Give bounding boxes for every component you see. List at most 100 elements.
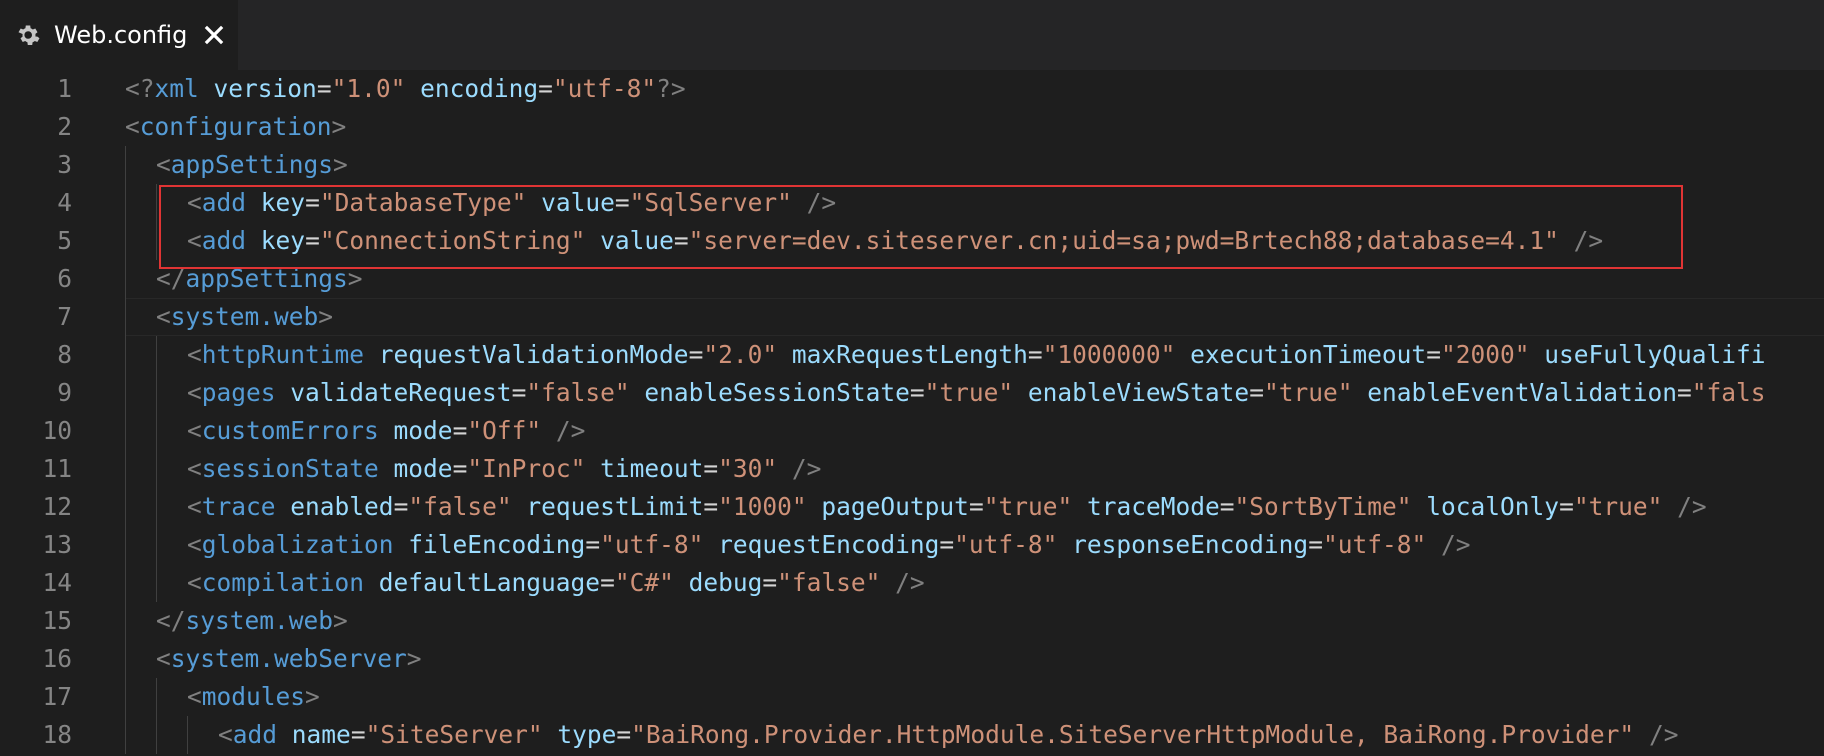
code-text: <sessionState mode="InProc" timeout="30"…: [187, 450, 821, 488]
code-token-punct: <: [156, 644, 171, 673]
code-token-str: "SiteServer": [365, 720, 543, 749]
gear-icon: [18, 25, 40, 45]
code-token-str: "30": [718, 454, 778, 483]
code-token-punct: />: [555, 416, 586, 445]
code-token-punct: >: [333, 150, 348, 179]
code-line[interactable]: 13 <globalization fileEncoding="utf-8" re…: [0, 526, 1824, 564]
line-number: 17: [42, 682, 72, 711]
code-line[interactable]: 7 <system.web>: [0, 298, 1824, 336]
code-token-str: "true": [1263, 378, 1353, 407]
code-line[interactable]: 18 <add name="SiteServer" type="BaiRong.P…: [0, 716, 1824, 754]
code-token-eq: =: [1219, 492, 1235, 521]
code-token-str: "1000000": [1042, 340, 1176, 369]
code-token-str: "true": [924, 378, 1014, 407]
code-text: <configuration>: [125, 108, 346, 146]
line-number: 12: [42, 492, 72, 521]
code-token-tag: xml: [154, 74, 199, 103]
code-line[interactable]: 15 </system.web>: [0, 602, 1824, 640]
line-number: 14: [42, 568, 72, 597]
code-line[interactable]: 12 <trace enabled="false" requestLimit="1…: [0, 488, 1824, 526]
code-token-eq: =: [1027, 340, 1043, 369]
code-token-str: "utf-8": [1322, 530, 1427, 559]
code-token-punct: <?: [125, 74, 155, 103]
code-token-eq: =: [939, 530, 955, 559]
code-line[interactable]: 11 <sessionState mode="InProc" timeout="3…: [0, 450, 1824, 488]
code-token-tag: pages: [201, 378, 276, 407]
code-token-attr: debug: [688, 568, 763, 597]
code-token-punct: >: [318, 302, 334, 331]
code-token-eq: =: [350, 720, 366, 749]
code-token-attr: encoding: [420, 74, 539, 103]
code-token-punct: <: [156, 302, 171, 331]
close-icon[interactable]: [200, 21, 228, 49]
code-token-eq: =: [452, 416, 468, 445]
code-token-str: "utf-8": [954, 530, 1058, 559]
code-token-attr: useFullyQualifi: [1544, 340, 1766, 369]
code-token-attr: enableEventValidation: [1367, 378, 1677, 407]
code-token-eq: =: [511, 378, 527, 407]
code-line[interactable]: 14 <compilation defaultLanguage="C#" debu…: [0, 564, 1824, 602]
code-token-attr: version: [213, 74, 317, 103]
code-text: <?xml version="1.0" encoding="utf-8"?>: [125, 70, 686, 108]
code-token-str: "true": [1573, 492, 1663, 521]
tab-web-config[interactable]: Web.config: [0, 0, 238, 70]
code-line[interactable]: 16 <system.webServer>: [0, 640, 1824, 678]
line-number: 15: [42, 606, 72, 635]
code-token-punct: >: [331, 112, 347, 141]
line-number: 16: [42, 644, 72, 673]
code-token-attr: maxRequestLength: [791, 340, 1028, 369]
code-line[interactable]: 8 <httpRuntime requestValidationMode="2.0…: [0, 336, 1824, 374]
code-text: <system.web>: [156, 298, 333, 336]
code-token-attr: name: [291, 720, 351, 749]
code-token-eq: =: [600, 568, 615, 597]
code-line[interactable]: 17 <modules>: [0, 678, 1824, 716]
code-token-punct: <: [187, 340, 202, 369]
code-token-eq: =: [1559, 492, 1574, 521]
code-line[interactable]: 1 <?xml version="1.0" encoding="utf-8"?>: [0, 70, 1824, 108]
code-token-attr: fileEncoding: [408, 530, 586, 559]
code-token-str: "1000": [718, 492, 807, 521]
code-token-str: "C#": [614, 568, 674, 597]
code-token-str: "utf-8": [600, 530, 704, 559]
code-token-punct: <: [187, 682, 202, 711]
code-token-tag: customErrors: [201, 416, 379, 445]
code-token-attr: enabled: [290, 492, 394, 521]
code-token-eq: =: [688, 340, 704, 369]
code-line[interactable]: 3 <appSettings>: [0, 146, 1824, 184]
code-line[interactable]: 10 <customErrors mode="Off" />: [0, 412, 1824, 450]
code-token-punct: <: [187, 492, 202, 521]
code-editor[interactable]: 1 <?xml version="1.0" encoding="utf-8"?> 2…: [0, 70, 1824, 756]
code-line[interactable]: 2 <configuration>: [0, 108, 1824, 146]
tab-bar: Web.config: [0, 0, 1824, 70]
line-number: 2: [57, 112, 72, 141]
code-text: <trace enabled="false" requestLimit="100…: [187, 488, 1707, 526]
code-token-str: "InProc": [467, 454, 586, 483]
line-number: 5: [57, 226, 72, 255]
code-token-punct: <: [156, 150, 171, 179]
code-token-tag: add: [232, 720, 278, 749]
code-text: <pages validateRequest="false" enableSes…: [187, 374, 1766, 412]
code-token-str: "BaiRong.Provider.HttpModule.SiteServerH…: [631, 720, 1635, 749]
code-line[interactable]: 9 <pages validateRequest="false" enableSe…: [0, 374, 1824, 412]
code-token-attr: timeout: [600, 454, 704, 483]
code-token-eq: =: [616, 720, 632, 749]
code-token-punct: <: [187, 454, 202, 483]
line-number: 11: [42, 454, 72, 483]
code-token-punct: <: [187, 378, 202, 407]
code-token-punct: <: [218, 720, 233, 749]
code-token-tag: sessionState: [201, 454, 379, 483]
